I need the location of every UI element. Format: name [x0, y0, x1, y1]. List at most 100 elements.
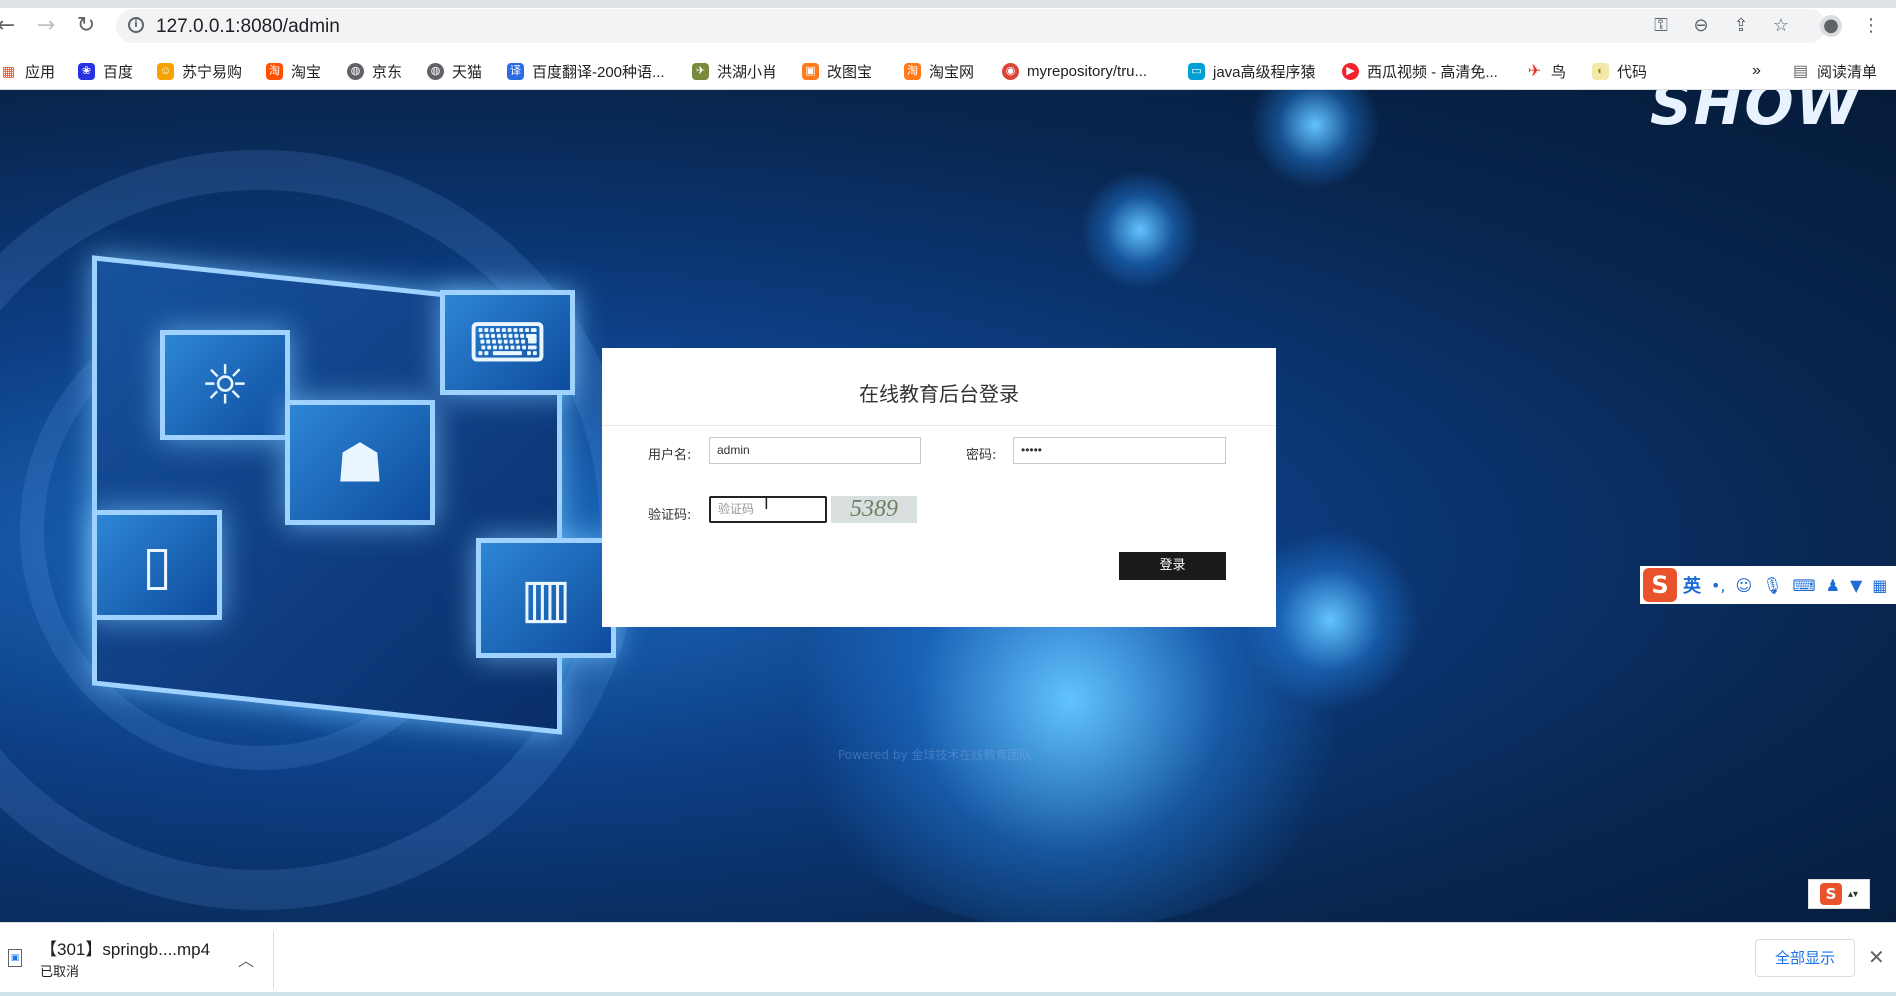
- mic-icon[interactable]: 🎙: [1762, 576, 1782, 595]
- star-icon[interactable]: ☆: [1770, 15, 1792, 37]
- punctuation-icon[interactable]: •,: [1711, 576, 1726, 595]
- download-bar: ▣ 【301】springb....mp4 已取消 ︿ 全部显示 ✕: [0, 922, 1896, 996]
- xigua-icon: ▶: [1342, 62, 1359, 80]
- folder-icon: ◐: [1592, 62, 1609, 80]
- bookmark-honghu[interactable]: ✈ 洪湖小肖: [692, 61, 777, 81]
- zoom-out-icon[interactable]: ⊖: [1690, 15, 1712, 37]
- bookmark-suning[interactable]: ☺ 苏宁易购: [157, 61, 242, 81]
- ime-mini-toolbar[interactable]: S ▴▾: [1808, 879, 1870, 909]
- share-icon[interactable]: ⇪: [1730, 15, 1752, 37]
- show-all-button[interactable]: 全部显示: [1755, 939, 1855, 977]
- decor-screen-teacher: ☗: [285, 400, 435, 525]
- keyboard-icon: ⌨: [468, 311, 547, 374]
- sogou-logo-icon[interactable]: S: [1643, 568, 1677, 602]
- keyboard-icon[interactable]: ⌨: [1793, 576, 1816, 595]
- bird-icon: ✈: [692, 62, 709, 80]
- suning-icon: ☺: [157, 62, 174, 80]
- menu-icon[interactable]: ⋮: [1860, 15, 1882, 37]
- bookmark-taobao[interactable]: 淘淘宝: [266, 61, 321, 81]
- captcha-image[interactable]: 5389: [831, 496, 917, 523]
- reload-icon[interactable]: ↻: [74, 14, 98, 38]
- bookmark-label: 百度翻译-200种语...: [532, 63, 665, 81]
- bookmark-jd[interactable]: ◍ 京东: [347, 61, 402, 81]
- bookmark-label: 改图宝: [827, 63, 873, 81]
- bookmark-label: 西瓜视频 - 高清免...: [1367, 63, 1498, 81]
- taobao-icon: 淘: [266, 62, 283, 80]
- sogou-logo-icon[interactable]: S: [1819, 883, 1842, 905]
- bookmark-label: 百度: [103, 63, 134, 81]
- bookmark-tmall[interactable]: ◍ 天猫: [427, 61, 482, 81]
- title-divider: [602, 425, 1276, 426]
- username-label: 用户名:: [648, 448, 692, 463]
- decor-screen-book: ▯: [92, 510, 222, 620]
- bookmark-java[interactable]: ▭ java高级程序猿: [1188, 61, 1316, 81]
- chrome-icon: ◉: [1002, 62, 1019, 80]
- forward-icon[interactable]: →: [34, 14, 58, 38]
- bookmark-myrepository[interactable]: ◉ myrepository/tru...: [1002, 61, 1147, 81]
- bookmark-label: 代码: [1617, 63, 1648, 81]
- taobao-icon: 淘: [904, 62, 921, 80]
- bookmark-label: 淘宝网: [929, 63, 975, 81]
- bookmark-label: 应用: [25, 63, 56, 81]
- file-icon: ▣: [8, 949, 22, 967]
- powered-by-text: Powered by 金球技术在线教育团队: [838, 748, 1032, 762]
- download-file-name[interactable]: 【301】springb....mp4: [40, 935, 210, 960]
- reading-list-button[interactable]: ▤ 阅读清单: [1792, 61, 1877, 81]
- bookmark-taobao-net[interactable]: 淘淘宝网: [904, 61, 974, 81]
- bookmark-label: 鸟: [1551, 63, 1567, 81]
- password-input[interactable]: •••••: [1013, 437, 1226, 464]
- decor-glow: [1250, 90, 1380, 190]
- library-icon: ▥: [520, 566, 572, 630]
- login-button[interactable]: 登录: [1119, 552, 1226, 580]
- lightbulb-icon: ☼: [200, 353, 250, 417]
- key-icon[interactable]: ⚿: [1650, 15, 1672, 37]
- bookmark-apps[interactable]: ▦ 应用: [0, 61, 55, 81]
- globe-icon: ◍: [427, 62, 444, 80]
- bookmark-baidu-translate[interactable]: 译百度翻译-200种语...: [507, 61, 665, 81]
- translate-icon: 译: [507, 62, 524, 80]
- teacher-icon: ☗: [335, 431, 385, 494]
- skin-icon[interactable]: ▼: [1850, 576, 1862, 595]
- taskbar-edge: [0, 992, 1896, 996]
- baidu-paw-icon: ❀: [78, 62, 95, 80]
- decor-screen-library: ▥: [476, 538, 616, 658]
- gaitubao-icon: ▣: [802, 62, 819, 80]
- ime-toolbar[interactable]: S 英 •, ☺ 🎙 ⌨ ♟ ▼ ▦: [1640, 566, 1896, 604]
- url-input[interactable]: i 127.0.0.1:8080/admin: [116, 9, 1826, 43]
- bookmark-gaitubao[interactable]: ▣ 改图宝: [802, 61, 872, 81]
- bookmark-label: 淘宝: [291, 63, 322, 81]
- bookmarks-bar: ▦ 应用 ❀ 百度 ☺ 苏宁易购 淘淘宝 ◍ 京东 ◍ 天猫 译百度翻译-200种语...…: [0, 52, 1896, 90]
- captcha-label: 验证码:: [648, 508, 692, 523]
- username-input[interactable]: admin: [709, 437, 921, 464]
- user-icon[interactable]: ♟: [1826, 576, 1840, 595]
- globe-icon: ◍: [347, 62, 364, 80]
- url-text: 127.0.0.1:8080/admin: [156, 16, 340, 37]
- download-status: 已取消: [40, 965, 80, 980]
- emoji-icon[interactable]: ☺: [1736, 576, 1753, 595]
- bookmarks-overflow-button[interactable]: »: [1752, 61, 1761, 81]
- book-icon: ▯: [142, 533, 172, 597]
- bookmark-xigua[interactable]: ▶ 西瓜视频 - 高清免...: [1342, 61, 1498, 81]
- ime-mode-toggle[interactable]: 英: [1683, 572, 1701, 598]
- apps-grid-icon: ▦: [1, 62, 16, 79]
- bookmark-baidu[interactable]: ❀ 百度: [78, 61, 133, 81]
- decor-screen-keyboard: ⌨: [440, 290, 575, 395]
- decor-screen-idea: ☼: [160, 330, 290, 440]
- password-label: 密码:: [966, 448, 997, 463]
- close-icon[interactable]: ✕: [1868, 945, 1885, 969]
- login-card: 在线教育后台登录 用户名: admin 密码: ••••• 验证码: 验证码 5…: [602, 348, 1276, 627]
- back-icon[interactable]: ←: [0, 14, 18, 38]
- bilibili-icon: ▭: [1188, 62, 1205, 80]
- bookmark-code[interactable]: ◐ 代码: [1592, 61, 1647, 81]
- bookmark-label: 苏宁易购: [182, 63, 243, 81]
- page-title: 在线教育后台登录: [859, 382, 1019, 406]
- bookmark-bird[interactable]: ✈ 鸟: [1526, 61, 1566, 81]
- ime-mini-arrow-icon[interactable]: ▴▾: [1848, 889, 1858, 900]
- site-info-icon[interactable]: i: [128, 17, 144, 33]
- reading-list-label: 阅读清单: [1817, 63, 1878, 81]
- profile-icon[interactable]: ●: [1820, 15, 1842, 37]
- bookmark-label: 天猫: [452, 63, 483, 81]
- chevron-up-icon[interactable]: ︿: [238, 947, 254, 971]
- grid-icon[interactable]: ▦: [1872, 576, 1887, 595]
- bookmark-label: 京东: [372, 63, 403, 81]
